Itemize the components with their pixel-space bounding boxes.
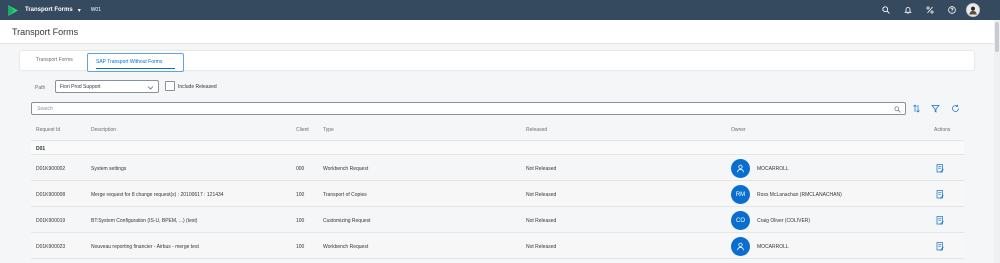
sort-icon[interactable] [912, 104, 921, 113]
form-icon[interactable] [936, 164, 944, 173]
owner-name: Ross McLanachan (RMCLANACHAN) [757, 192, 842, 198]
column-header-actions: Actions [934, 127, 951, 133]
scrollbar-thumb[interactable] [995, 22, 999, 52]
person-icon [737, 164, 744, 173]
column-header-description[interactable]: Description [91, 127, 116, 133]
owner-avatar [731, 237, 750, 256]
client: 000 [296, 166, 305, 172]
request-id: D01K900023 [36, 244, 66, 250]
refresh-icon[interactable] [951, 104, 960, 113]
request-id: D01K900002 [36, 166, 66, 172]
group-header-row: D01 [31, 140, 964, 155]
request-id: D01K900008 [36, 192, 66, 198]
table-header: Request Id Description Client Type Relea… [31, 122, 964, 139]
form-icon[interactable] [936, 216, 944, 225]
search-placeholder: Search [37, 106, 53, 112]
client: 100 [296, 192, 305, 198]
percent-icon[interactable] [922, 2, 938, 18]
page-header: Transport Forms [0, 20, 994, 44]
page-scrollbar[interactable] [994, 20, 1000, 263]
column-header-type[interactable]: Type [323, 127, 334, 133]
chevron-down-icon [147, 86, 154, 90]
tab-sap-transport-without-forms[interactable]: SAP Transport Without Forms [87, 53, 184, 72]
search-icon[interactable] [894, 106, 901, 113]
owner-name: MOCARROLL [757, 166, 789, 172]
column-header-client[interactable]: Client [296, 127, 309, 133]
system-label: W01 [90, 7, 101, 13]
form-icon[interactable] [936, 242, 944, 251]
help-icon[interactable] [944, 2, 960, 18]
include-released-checkbox[interactable] [165, 81, 175, 91]
column-header-released[interactable]: Released [526, 127, 547, 133]
released-status: Not Released [526, 218, 557, 224]
type: Workbench Request [323, 166, 369, 172]
search-input[interactable]: Search [31, 102, 906, 115]
type: Customizing Request [323, 218, 371, 224]
table-row[interactable]: D01K900023 Nouveau reporting financier -… [31, 234, 964, 259]
filter-icon[interactable] [931, 104, 940, 113]
type: Workbench Request [323, 244, 369, 250]
owner-avatar [731, 159, 750, 178]
include-released-label: Include Released [178, 84, 217, 90]
released-status: Not Released [526, 244, 557, 250]
owner-name: MOCARROLL [757, 244, 789, 250]
client: 100 [296, 244, 305, 250]
person-icon [737, 242, 744, 251]
type: Transport of Copies [323, 192, 367, 198]
request-id: D01K900019 [36, 218, 66, 224]
column-header-owner[interactable]: Owner [731, 127, 746, 133]
owner-avatar: CO [731, 211, 750, 230]
description: System settings [91, 166, 127, 172]
table-row[interactable]: D01K900019 BT:System Configuration (IS-U… [31, 208, 964, 233]
search-icon[interactable] [878, 2, 894, 18]
owner-name: Craig Oliver (COLIVER) [757, 218, 811, 224]
path-select[interactable]: Fiori Prod Support [55, 80, 159, 93]
page-title: Transport Forms [12, 27, 79, 37]
app-menu-chevron-icon[interactable]: ▾ [78, 7, 81, 14]
released-status: Not Released [526, 166, 557, 172]
description: BT:System Configuration (IS-U, BPEM, ...… [91, 218, 198, 224]
user-avatar[interactable] [966, 3, 980, 17]
path-label: Path [35, 85, 46, 91]
owner-avatar: RM [731, 185, 750, 204]
shell-bar: Transport Forms ▾ W01 [0, 0, 1000, 20]
path-select-value: Fiori Prod Support [60, 84, 101, 90]
released-status: Not Released [526, 192, 557, 198]
app-title[interactable]: Transport Forms [25, 7, 73, 13]
table-row[interactable]: D01K900002 System settings 000 Workbench… [31, 156, 964, 181]
app-logo-icon[interactable] [8, 4, 18, 16]
table-row[interactable]: D01K900008 Merge request for 8 change re… [31, 182, 964, 207]
client: 100 [296, 218, 305, 224]
description: Nouveau reporting financier - Airbus - m… [91, 244, 199, 250]
group-label: D01 [36, 146, 46, 152]
bell-icon[interactable] [900, 2, 916, 18]
tab-selected-indicator [96, 68, 175, 69]
column-header-request-id[interactable]: Request Id [36, 127, 60, 133]
tab-bar: Transport Forms SAP Transport Without Fo… [20, 51, 974, 72]
tab-transport-forms[interactable]: Transport Forms [36, 57, 73, 63]
tab-label: SAP Transport Without Forms [96, 59, 163, 65]
description: Merge request for 8 change request(s) : … [91, 192, 224, 198]
form-icon[interactable] [936, 190, 944, 199]
